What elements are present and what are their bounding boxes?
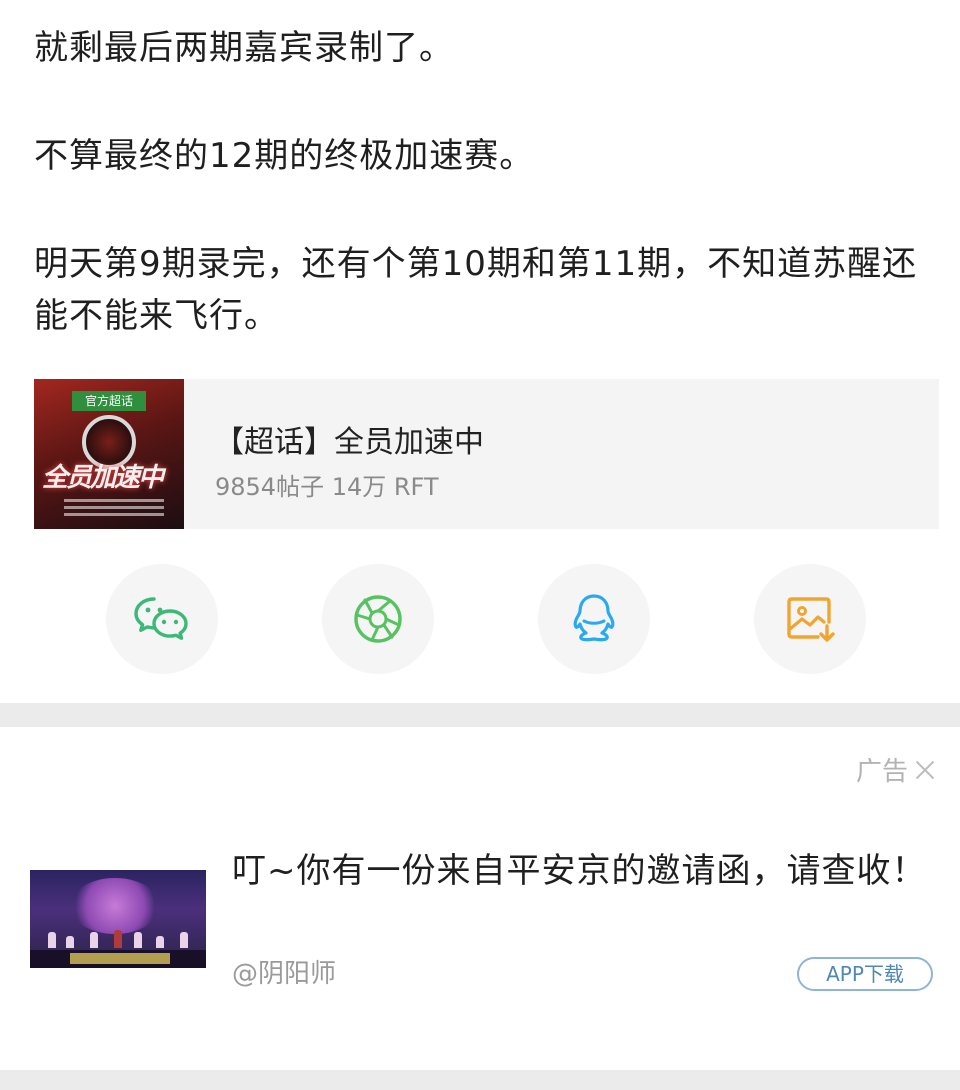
game-ui-bar (30, 950, 206, 968)
qq-icon (573, 594, 615, 642)
topic-title: 【超话】全员加速中 (214, 425, 484, 460)
moments-icon (354, 595, 402, 643)
share-qq-button[interactable] (538, 564, 650, 674)
save-image-icon (787, 597, 835, 642)
ad-image[interactable] (30, 870, 206, 968)
topic-thumbnail: 官方超话 全员加速中 (34, 379, 184, 529)
thumb-info-lines (64, 495, 164, 523)
thumb-title: 全员加速中 (42, 463, 164, 493)
save-image-button[interactable] (754, 564, 866, 674)
game-scene-tree (70, 878, 160, 934)
game-characters (30, 928, 206, 948)
ad-label: 广告 (855, 757, 908, 787)
wechat-icon (134, 597, 188, 640)
topic-stats: 9854帖子 14万 RFT (215, 473, 439, 501)
share-moments-button[interactable] (322, 564, 434, 674)
close-icon[interactable] (914, 759, 936, 781)
post-paragraph-3: 明天第9期录完，还有个第10期和第11期，不知道苏醒还能不能来飞行。 (34, 244, 918, 336)
ad-source[interactable]: @阴阳师 (232, 953, 336, 990)
ad-card[interactable]: 广告 叮~你有一份来自平安京的邀请函，请查收！ @阴阳师 APP下载 (0, 727, 960, 1070)
bottom-divider (0, 1070, 960, 1090)
ad-label-close[interactable]: 广告 (856, 751, 936, 788)
post-paragraph-1: 就剩最后两期嘉宾录制了。 (34, 28, 454, 68)
post-body: 就剩最后两期嘉宾录制了。 不算最终的12期的终极加速赛。 明天第9期录完，还有个… (0, 0, 960, 703)
share-wechat-button[interactable] (106, 564, 218, 674)
post-paragraph-2: 不算最终的12期的终极加速赛。 (34, 136, 535, 176)
app-download-button[interactable]: APP下载 (797, 957, 933, 991)
section-divider (0, 703, 960, 727)
ad-title[interactable]: 叮~你有一份来自平安京的邀请函，请查收！ (232, 845, 932, 897)
thumb-badge: 官方超话 (72, 391, 146, 411)
super-topic-card[interactable]: 官方超话 全员加速中 【超话】全员加速中 9854帖子 14万 RFT (34, 379, 939, 529)
